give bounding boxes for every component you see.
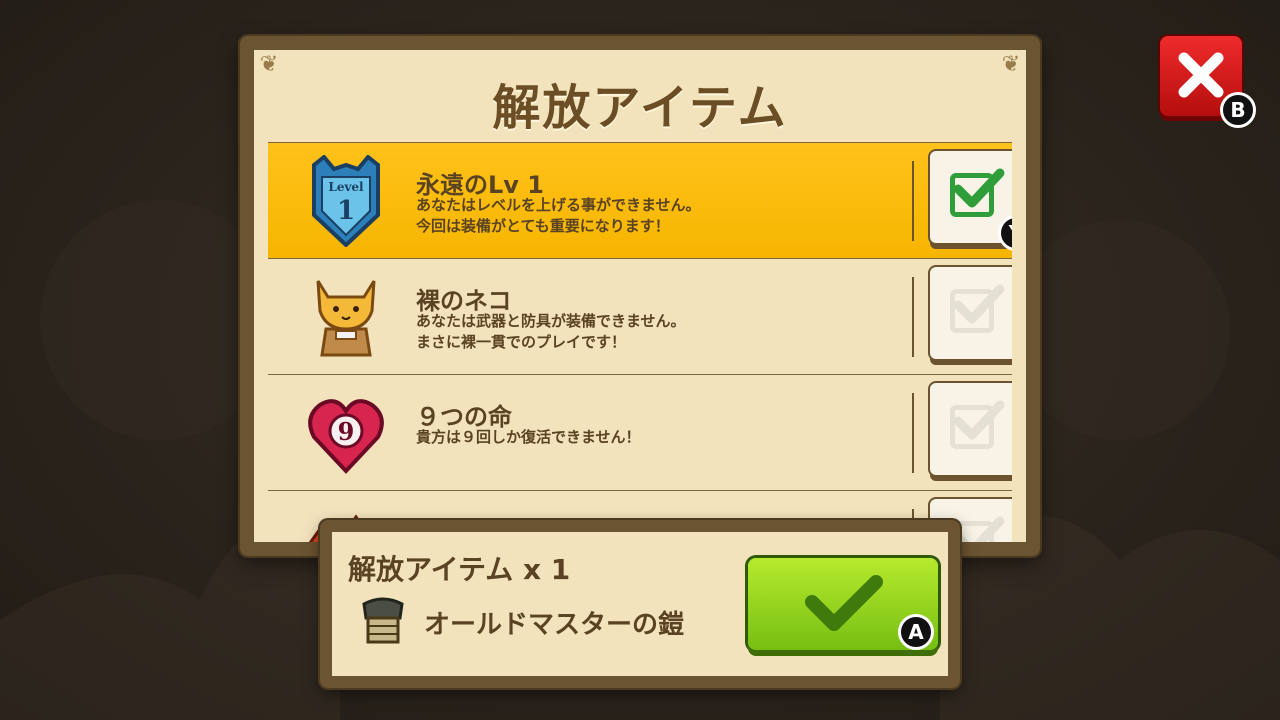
naked-cat-icon [316,280,376,357]
item-description: あなたはレベルを上げる事ができません。 今回は装備がとても重要になります！ [416,195,701,237]
toggle-checkbox-button[interactable] [930,383,1012,475]
reward-dialog-body: 解放アイテム x 1 オールドマスターの鎧 A [332,532,948,676]
level-icon-number: 1 [337,196,355,226]
confirm-button[interactable]: A [748,558,938,650]
divider [912,393,914,473]
unlock-items-panel: ❦ ❦ 解放アイテム Level 1 永遠のLv 1 あなたはレベルを上げる事が… [240,36,1040,556]
reward-dialog: 解放アイテム x 1 オールドマスターの鎧 A [320,520,960,688]
list-item-naked-cat[interactable]: 裸のネコ あなたは武器と防具が装備できません。 まさに裸一貫でのプレイです！ [268,258,1012,375]
item-description: あなたは武器と防具が装備できません。 まさに裸一貫でのプレイです！ [416,311,686,353]
divider [912,161,914,241]
y-button-badge: Y [998,215,1012,251]
item-desc-line: 貴方は９回しか復活できません！ [416,428,641,446]
list-item-nine-lives[interactable]: 9 ９つの命 貴方は９回しか復活できません！ [268,374,1012,491]
b-button-badge: B [1220,92,1256,128]
checkmark-icon [953,400,1005,440]
a-button-badge: A [898,614,934,650]
reward-item-name: オールドマスターの鎧 [424,610,685,640]
divider [912,277,914,357]
level-icon-label: Level [328,180,364,194]
item-desc-line: 今回は装備がとても重要になります！ [416,217,670,235]
panel-body: ❦ ❦ 解放アイテム Level 1 永遠のLv 1 あなたはレベルを上げる事が… [254,50,1026,542]
checkmark-icon [953,168,1005,208]
close-icon [1178,52,1224,98]
heart-number: 9 [338,417,355,446]
item-description: 貴方は９回しか復活できません！ [416,427,641,448]
toggle-checkbox-button[interactable] [930,267,1012,359]
reward-title: 解放アイテム x 1 [348,553,571,586]
toggle-checkbox-button[interactable]: Y [930,151,1012,251]
item-desc-line: まさに裸一貫でのプレイです！ [416,333,627,351]
item-desc-line: あなたは武器と防具が装備できません。 [416,312,686,330]
list-item-eternal-lv1[interactable]: Level 1 永遠のLv 1 あなたはレベルを上げる事ができません。 今回は装… [268,142,1012,259]
checkmark-icon [805,575,883,631]
heart-nine-icon: 9 [308,399,384,474]
panel-title: 解放アイテム [492,80,788,136]
armor-icon [362,597,404,644]
item-desc-line: あなたはレベルを上げる事ができません。 [416,196,701,214]
checkmark-icon [953,284,1005,324]
checkmark-icon [953,516,1005,542]
close-button[interactable]: B [1160,36,1256,128]
level-shield-icon: Level 1 [312,155,380,247]
unlock-list[interactable]: Level 1 永遠のLv 1 あなたはレベルを上げる事ができません。 今回は装… [268,142,1012,542]
